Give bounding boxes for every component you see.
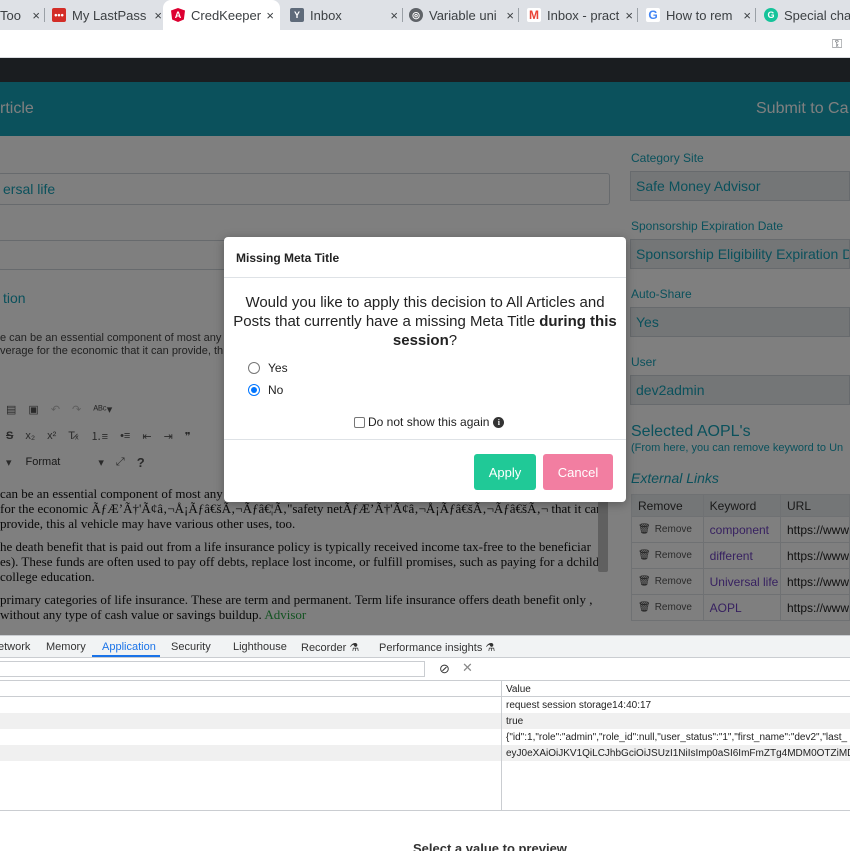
dont-show-checkbox[interactable] [354, 416, 365, 428]
modal-question: Would you like to apply this decision to… [232, 293, 618, 350]
tab-lighthouse[interactable]: Lighthouse [233, 641, 287, 653]
tab-title: Variable uni [429, 7, 497, 23]
tab-recorder-label: Recorder [301, 642, 347, 654]
lastpass-icon: ••• [52, 8, 66, 22]
tab-recorder[interactable]: Recorder ⚗ [301, 641, 359, 654]
modal-footer-divider [224, 439, 626, 440]
close-icon[interactable]: × [743, 8, 751, 23]
cancel-button[interactable]: Cancel [543, 454, 613, 490]
browser-tab[interactable]: Too × [0, 0, 40, 30]
gmail-icon: M [527, 8, 541, 22]
browser-tab-active[interactable]: A CredKeeper × [163, 0, 280, 30]
tab-title: Inbox - pract [547, 7, 620, 23]
radio-no[interactable]: No [248, 383, 283, 397]
browser-tab[interactable]: G How to rem × [646, 0, 751, 30]
active-tab-indicator [92, 655, 160, 657]
devtools-filter-bar: ⊘ ✕ [0, 658, 850, 681]
tab-title: CredKeeper [191, 7, 262, 23]
radio-yes[interactable]: Yes [248, 361, 288, 375]
tab-title: My LastPass [72, 7, 147, 23]
preview-placeholder: Select a value to preview [413, 841, 567, 851]
tab-title: Special char [784, 7, 850, 23]
clear-all-icon[interactable]: ⊘ [439, 661, 450, 677]
dont-show-label: Do not show this again [368, 415, 490, 429]
grid-header: Value [0, 681, 850, 697]
browser-tab[interactable]: ••• My LastPass × [52, 0, 162, 30]
delete-selected-icon[interactable]: ✕ [462, 660, 473, 676]
storage-value: request session storage14:40:17 [506, 700, 652, 711]
close-icon[interactable]: × [625, 8, 633, 23]
storage-value: true [506, 716, 524, 727]
yahoo-icon: Y [290, 8, 304, 22]
question-end: ? [448, 332, 458, 349]
value-column-header: Value [506, 684, 531, 695]
storage-row[interactable]: eyJ0eXAiOiJKV1QiLCJhbGciOiJSUzI1NiIsImp0… [0, 745, 850, 761]
close-icon[interactable]: × [506, 8, 514, 23]
radio-yes-label: Yes [268, 361, 288, 375]
browser-tab[interactable]: M Inbox - pract × [527, 0, 633, 30]
radio-no-label: No [268, 383, 284, 397]
tab-security[interactable]: Security [171, 641, 211, 653]
modal-title: Missing Meta Title [236, 251, 340, 265]
close-icon[interactable]: × [390, 8, 398, 23]
google-icon: G [646, 8, 660, 22]
column-divider[interactable] [501, 681, 502, 811]
dont-show-again[interactable]: Do not show this again i [354, 415, 505, 429]
info-icon[interactable]: i [493, 416, 505, 428]
radio-no-circle[interactable] [248, 384, 260, 396]
tab-memory[interactable]: Memory [46, 641, 86, 653]
storage-value: eyJ0eXAiOiJKV1QiLCJhbGciOiJSUzI1NiIsImp0… [506, 748, 850, 759]
flask-icon: ⚗ [485, 642, 496, 654]
missing-meta-title-modal: Missing Meta Title Would you like to app… [224, 237, 626, 502]
tab-title: How to rem [666, 7, 733, 23]
tab-performance-label: Performance insights [379, 642, 483, 654]
address-bar[interactable]: ⚿ [0, 30, 850, 58]
storage-row[interactable]: {"id":1,"role":"admin","role_id":null,"u… [0, 729, 850, 745]
devtools-tabs: etwork Memory Application Security Light… [0, 636, 850, 658]
tab-application[interactable]: Application [102, 641, 156, 653]
close-icon[interactable]: × [266, 8, 274, 23]
modal-header: Missing Meta Title [224, 237, 626, 278]
grammarly-icon: G [764, 8, 778, 22]
browser-tab[interactable]: G Special char [764, 0, 850, 30]
close-icon[interactable]: × [32, 8, 40, 23]
angular-icon: A [171, 8, 185, 22]
devtools-panel: etwork Memory Application Security Light… [0, 635, 850, 851]
tab-title: Inbox [310, 7, 342, 23]
key-icon[interactable]: ⚿ [832, 36, 842, 52]
tab-performance-insights[interactable]: Performance insights ⚗ [379, 641, 495, 654]
apply-button[interactable]: Apply [474, 454, 536, 490]
flask-icon: ⚗ [349, 642, 360, 654]
storage-row[interactable]: true [0, 713, 850, 729]
filter-input[interactable] [0, 661, 425, 677]
tab-title: Too [0, 7, 21, 23]
globe-icon: ◎ [409, 8, 423, 22]
storage-grid: Value request session storage14:40:17 tr… [0, 681, 850, 811]
radio-yes-circle[interactable] [248, 362, 260, 374]
storage-row[interactable]: request session storage14:40:17 [0, 697, 850, 713]
close-icon[interactable]: × [154, 8, 162, 23]
browser-tab-strip: Too × ••• My LastPass × A CredKeeper × Y… [0, 0, 850, 30]
tab-network[interactable]: etwork [0, 641, 30, 653]
browser-tab[interactable]: Y Inbox × [290, 0, 398, 30]
storage-value: {"id":1,"role":"admin","role_id":null,"u… [506, 732, 848, 743]
browser-tab[interactable]: ◎ Variable uni × [409, 0, 514, 30]
